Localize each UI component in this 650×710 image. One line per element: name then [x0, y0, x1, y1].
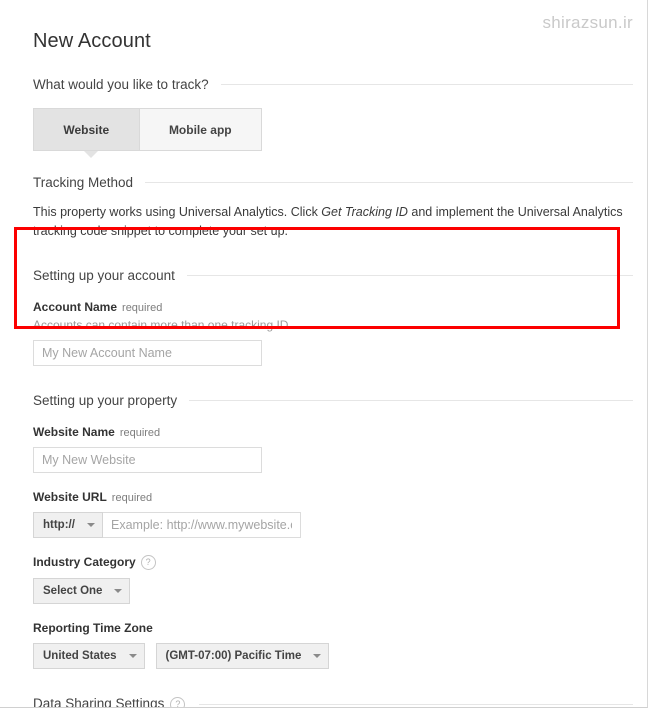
chevron-down-icon [114, 589, 123, 593]
website-url-field: Website URL required http:// [33, 490, 633, 538]
industry-category-select[interactable]: Select One [33, 578, 131, 604]
data-sharing-heading: Data Sharing Settings? [33, 696, 633, 708]
heading-divider [220, 84, 633, 85]
tracking-method-text-1: This property works using Universal Anal… [33, 205, 322, 219]
get-tracking-id-emphasis: Get Tracking ID [321, 205, 408, 219]
tracking-method-heading: Tracking Method [33, 175, 633, 190]
website-url-label: Website URL [33, 490, 107, 504]
protocol-select[interactable]: http:// [33, 512, 103, 538]
page-content: New Account What would you like to track… [33, 0, 633, 708]
website-name-required-tag: required [119, 427, 161, 439]
account-name-label-row: Account Name required [33, 300, 633, 314]
chevron-down-icon [128, 654, 137, 658]
property-section-heading-label: Setting up your property [33, 393, 178, 408]
data-sharing-heading-label: Data Sharing Settings? [33, 696, 199, 708]
property-section-heading: Setting up your property [33, 393, 633, 408]
heading-divider [199, 703, 633, 705]
protocol-select-value: http:// [43, 519, 75, 531]
data-sharing-heading-text: Data Sharing Settings [33, 696, 165, 708]
industry-select-row: Select One [33, 578, 633, 604]
question-mark-icon[interactable]: ? [140, 555, 156, 570]
page-title: New Account [33, 30, 151, 52]
account-section-heading-label: Setting up your account [33, 268, 175, 283]
account-name-required-tag: required [122, 302, 163, 314]
tab-website[interactable]: Website [33, 108, 140, 151]
reporting-time-zone-label: Reporting Time Zone [33, 621, 153, 635]
account-name-field: Account Name required Accounts can contai… [33, 300, 633, 366]
new-account-page: shirazsun.ir New Account What would you … [0, 0, 648, 708]
time-zone-country-value: United States [43, 650, 117, 662]
account-section-heading: Setting up your account [33, 268, 633, 283]
track-section-heading-label: What would you like to track? [33, 77, 209, 92]
tracking-method-description: This property works using Universal Anal… [33, 203, 628, 241]
website-url-required-tag: required [111, 492, 153, 504]
track-section-heading: What would you like to track? [33, 77, 633, 92]
heading-divider [145, 182, 633, 183]
website-name-field: Website Name required [33, 425, 633, 473]
website-url-row: http:// [33, 512, 633, 538]
website-url-input[interactable] [103, 512, 301, 538]
track-type-tabs: Website Mobile app [33, 108, 262, 158]
website-name-label-row: Website Name required [33, 425, 633, 439]
tracking-method-heading-label: Tracking Method [33, 175, 134, 190]
industry-category-field: Industry Category? Select One [33, 555, 633, 604]
chevron-down-icon [87, 523, 95, 527]
website-name-label: Website Name [33, 425, 115, 439]
reporting-time-zone-field: Reporting Time Zone United States (GMT-0… [33, 621, 633, 669]
account-name-label: Account Name [33, 300, 118, 314]
account-name-input[interactable] [33, 340, 262, 366]
time-zone-offset-select[interactable]: (GMT-07:00) Pacific Time [155, 643, 330, 669]
heading-divider [189, 400, 633, 401]
website-name-input[interactable] [33, 447, 262, 473]
industry-category-label: Industry Category [33, 555, 136, 569]
question-mark-icon[interactable]: ? [170, 697, 186, 707]
industry-category-select-value: Select One [43, 585, 103, 597]
industry-category-label-row: Industry Category? [33, 555, 633, 570]
time-zone-offset-value: (GMT-07:00) Pacific Time [165, 650, 302, 662]
selected-tab-pointer-icon [84, 151, 98, 158]
chevron-down-icon [313, 654, 322, 658]
website-url-label-row: Website URL required [33, 490, 633, 504]
time-zone-country-select[interactable]: United States [33, 643, 145, 669]
tab-mobile-app[interactable]: Mobile app [139, 108, 262, 151]
account-name-hint: Accounts can contain more than one track… [33, 318, 292, 332]
heading-divider [186, 275, 633, 276]
time-zone-select-row: United States (GMT-07:00) Pacific Time [33, 643, 633, 669]
